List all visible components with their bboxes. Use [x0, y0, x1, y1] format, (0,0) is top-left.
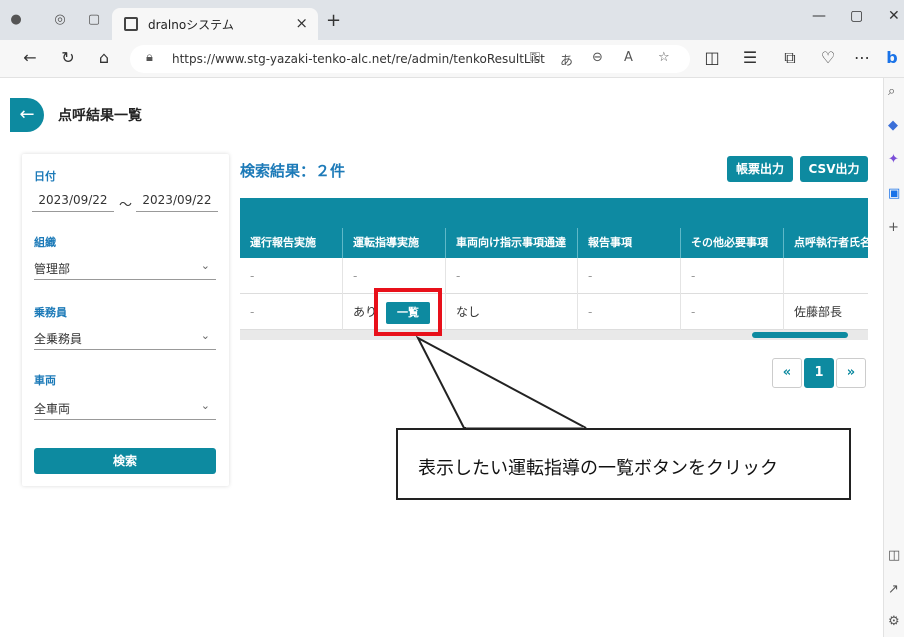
site-favicon-icon [124, 17, 138, 31]
next-page-button[interactable]: » [836, 358, 866, 388]
new-tab-icon[interactable]: + [326, 10, 341, 31]
date-label: 日付 [34, 170, 56, 183]
table-cell: - [578, 258, 681, 294]
more-menu-icon[interactable]: ⋯ [852, 48, 872, 67]
column-header: 点呼執行者氏名 [784, 228, 868, 258]
report-output-button[interactable]: 帳票出力 [727, 156, 793, 182]
collections-icon[interactable]: ⧉ [780, 48, 800, 68]
browser-tab[interactable]: dralnoシステム × [112, 8, 318, 40]
translate-icon[interactable]: あ [560, 50, 573, 69]
crew-select[interactable]: 全乗務員 ⌄ [34, 328, 216, 350]
table-cell: - [240, 258, 343, 294]
tab-actions-icon[interactable]: ▢ [86, 12, 102, 28]
vehicle-label: 車両 [34, 374, 56, 387]
table-cell: - [681, 258, 784, 294]
table-cell: - [240, 294, 343, 330]
table-row[interactable]: - あり なし - - 佐藤部長 一覧 [240, 294, 868, 330]
column-header: その他必要事項 [681, 228, 784, 258]
sidebar-settings-icon[interactable]: ⚙ [888, 614, 900, 629]
tab-title: dralnoシステム [148, 18, 234, 32]
read-aloud-icon[interactable]: A [624, 50, 633, 65]
result-count: 検索結果：２件 [240, 162, 346, 180]
workspaces-icon[interactable]: ◎ [52, 12, 68, 28]
column-header: 運行報告実施 [240, 228, 343, 258]
favorites-icon[interactable]: ☰ [740, 48, 760, 67]
profile-icon[interactable]: ● [8, 12, 24, 28]
back-nav-icon[interactable]: ← [20, 48, 40, 67]
highlight-box [374, 288, 442, 336]
column-header: 車両向け指示事項通達 [446, 228, 578, 258]
table-cell: - [446, 258, 578, 294]
sidebar-add-icon[interactable]: + [888, 220, 899, 235]
prev-page-button[interactable]: « [772, 358, 802, 388]
search-button[interactable]: 検索 [34, 448, 216, 474]
extensions-icon[interactable]: ♡ [818, 48, 838, 67]
results-table: 運行報告実施 運転指導実施 車両向け指示事項通達 報告事項 その他必要事項 点呼… [240, 198, 868, 340]
outlook-icon[interactable]: ▣ [888, 186, 900, 201]
table-cell: なし [446, 294, 578, 330]
tab-close-icon[interactable]: × [295, 14, 308, 32]
crew-value: 全乗務員 [34, 332, 83, 346]
vehicle-value: 全車両 [34, 402, 71, 416]
chevron-down-icon: ⌄ [200, 329, 210, 342]
table-cell: 佐藤部長 [784, 294, 868, 330]
page-1-button[interactable]: 1 [804, 358, 834, 388]
vehicle-select[interactable]: 全車両 ⌄ [34, 398, 216, 420]
horizontal-scrollbar[interactable] [240, 330, 868, 340]
date-separator: ～ [119, 198, 133, 213]
zoom-icon[interactable]: ⊖ [592, 50, 603, 65]
callout-tail [415, 335, 587, 429]
edge-sidebar: ⌕ ◆ ✦ ▣ + ◫ ↗ ⚙ [883, 78, 904, 637]
arrow-left-icon: ← [19, 104, 35, 125]
table-cell [784, 258, 868, 294]
reload-icon[interactable]: ↻ [58, 48, 78, 67]
column-header: 報告事項 [578, 228, 681, 258]
chevron-down-icon: ⌄ [200, 259, 210, 272]
table-cell: - [578, 294, 681, 330]
csv-output-button[interactable]: CSV出力 [800, 156, 868, 182]
browser-titlebar: ● ◎ ▢ dralnoシステム × + — ▢ ✕ [0, 0, 904, 40]
table-header-row: 運行報告実施 運転指導実施 車両向け指示事項通達 報告事項 その他必要事項 点呼… [240, 228, 868, 258]
browser-navbar: ← ↻ ⌂ 🔒︎ https://www.stg-yazaki-tenko-al… [0, 40, 904, 78]
favorite-star-icon[interactable]: ☆ [658, 50, 670, 65]
filter-panel: 日付 2023/09/22 ～ 2023/09/22 組織 管理部 ⌄ 乗務員 … [22, 154, 229, 486]
table-cell: - [681, 294, 784, 330]
split-screen-icon[interactable]: ◫ [702, 48, 722, 67]
external-link-icon[interactable]: ↗ [888, 582, 899, 597]
sidebar-layout-icon[interactable]: ◫ [888, 548, 900, 563]
key-icon[interactable]: ⚿ [530, 50, 540, 65]
copilot-icon[interactable]: b [882, 48, 902, 67]
org-select[interactable]: 管理部 ⌄ [34, 258, 216, 280]
back-button[interactable]: ← [10, 98, 44, 132]
table-top-band [240, 198, 868, 228]
tools-icon[interactable]: ✦ [888, 152, 899, 167]
crew-label: 乗務員 [34, 306, 67, 319]
home-icon[interactable]: ⌂ [94, 48, 114, 67]
scrollbar-thumb[interactable] [752, 332, 848, 338]
minimize-icon[interactable]: — [812, 8, 826, 24]
lock-icon[interactable]: 🔒︎ [146, 50, 153, 65]
shopping-tag-icon[interactable]: ◆ [888, 118, 898, 133]
page-title: 点呼結果一覧 [58, 108, 142, 124]
maximize-icon[interactable]: ▢ [850, 8, 863, 24]
url-text: https://www.stg-yazaki-tenko-alc.net/re/… [172, 52, 545, 66]
address-bar[interactable]: 🔒︎ https://www.stg-yazaki-tenko-alc.net/… [130, 45, 690, 73]
callout-text: 表示したい運転指導の一覧ボタンをクリック [418, 458, 778, 479]
sidebar-search-icon[interactable]: ⌕ [888, 84, 895, 99]
org-label: 組織 [34, 236, 56, 249]
column-header: 運転指導実施 [343, 228, 446, 258]
date-to-input[interactable]: 2023/09/22 [136, 190, 218, 212]
chevron-down-icon: ⌄ [200, 399, 210, 412]
instruction-callout: 表示したい運転指導の一覧ボタンをクリック [396, 428, 851, 500]
window-close-icon[interactable]: ✕ [888, 8, 900, 24]
table-row[interactable]: - - - - - [240, 258, 868, 294]
date-from-input[interactable]: 2023/09/22 [32, 190, 114, 212]
org-value: 管理部 [34, 262, 71, 276]
